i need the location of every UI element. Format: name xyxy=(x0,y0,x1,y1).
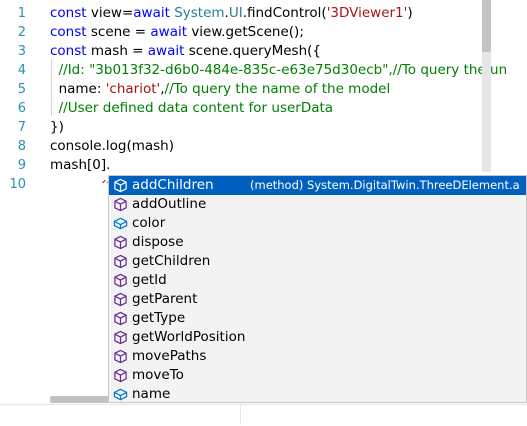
suggestion-item[interactable]: getChildren xyxy=(109,252,526,271)
code-token: }) xyxy=(50,119,64,135)
suggestion-item[interactable]: addOutline xyxy=(109,195,526,214)
code-line[interactable]: name: 'chariot',//To query the name of t… xyxy=(50,80,391,99)
suggestion-item[interactable]: name xyxy=(109,385,526,404)
code-token: name: xyxy=(50,81,106,97)
code-line[interactable]: const scene = await view.getScene(); xyxy=(50,23,304,42)
line-number: 2 xyxy=(17,25,26,40)
suggestion-widget[interactable]: addChildren (method) System.DigitalTwin.T… xyxy=(108,175,527,403)
code-token: mash = xyxy=(90,43,148,59)
code-line[interactable]: console.log(mash) xyxy=(50,137,174,156)
code-editor[interactable]: 1 2 3 4 5 6 7 8 9 10 const view=await System.UI.f… xyxy=(0,0,527,426)
code-token: view= xyxy=(90,5,134,21)
suggestion-item[interactable]: color xyxy=(109,214,526,233)
code-token: //User defined data content for userData xyxy=(58,100,334,116)
method-cube-icon xyxy=(113,178,128,193)
suggestion-label: name xyxy=(132,386,171,402)
bottom-panel-tab[interactable] xyxy=(0,405,241,425)
code-token: console.log(mash) xyxy=(50,138,175,154)
line-number: 8 xyxy=(17,139,26,154)
method-cube-icon xyxy=(113,254,128,269)
code-token: mash[0]. xyxy=(50,157,111,173)
line-number: 1 xyxy=(17,6,26,21)
suggestion-label: getParent xyxy=(132,291,198,307)
method-cube-icon xyxy=(113,197,128,212)
property-icon xyxy=(113,387,128,402)
suggestion-label: moveTo xyxy=(132,367,184,383)
code-token: await xyxy=(147,43,189,59)
code-line[interactable]: //User defined data content for userData xyxy=(50,99,333,118)
code-line[interactable]: //Id: "3b013f32-d6b0-484e-835c-e63e75d30… xyxy=(50,61,508,80)
suggestion-item[interactable]: getWorldPosition xyxy=(109,328,526,347)
code-token: const xyxy=(50,43,91,59)
property-icon xyxy=(113,216,128,231)
suggestion-label: getId xyxy=(132,272,167,288)
code-token: await xyxy=(150,24,192,40)
method-cube-icon xyxy=(113,311,128,326)
code-line[interactable]: }) xyxy=(50,118,64,137)
suggestion-item[interactable]: addChildren (method) System.DigitalTwin.T… xyxy=(109,176,526,195)
code-token: const xyxy=(50,24,91,40)
line-number: 3 xyxy=(17,44,26,59)
code-token: await xyxy=(133,5,175,21)
suggestion-label: getChildren xyxy=(132,253,211,269)
suggestion-item[interactable]: movePaths xyxy=(109,347,526,366)
suggestion-label: addChildren xyxy=(132,177,214,193)
suggestion-label: dispose xyxy=(132,234,184,250)
code-line[interactable]: const view=await System.UI.findControl('… xyxy=(50,4,413,23)
suggestion-label: getWorldPosition xyxy=(132,329,246,345)
code-line[interactable]: const mash = await scene.queryMesh({ xyxy=(50,42,321,61)
code-line[interactable]: mash[0]. xyxy=(50,156,110,175)
line-number: 10 xyxy=(9,177,26,192)
method-cube-icon xyxy=(113,368,128,383)
method-cube-icon xyxy=(113,349,128,364)
code-token: view.getScene(); xyxy=(191,24,304,40)
suggestion-label: movePaths xyxy=(132,348,207,364)
bottom-panel xyxy=(0,404,527,426)
suggestion-label: getType xyxy=(132,310,186,326)
suggestion-item[interactable]: getParent xyxy=(109,290,526,309)
suggestion-item[interactable]: getId xyxy=(109,271,526,290)
code-token: .findControl( xyxy=(242,5,327,21)
code-token: //Id: "3b013f32-d6b0-484e-835c-e63e75d30… xyxy=(58,62,508,78)
code-token: const xyxy=(50,5,91,21)
line-number: 6 xyxy=(17,101,26,116)
suggestion-item[interactable]: dispose xyxy=(109,233,526,252)
suggestion-item[interactable]: getType xyxy=(109,309,526,328)
line-number: 4 xyxy=(17,63,26,78)
code-token: ) xyxy=(407,5,413,21)
code-token: 'chariot' xyxy=(105,81,161,97)
suggestion-label: addOutline xyxy=(132,196,207,212)
code-token: scene = xyxy=(90,24,151,40)
suggestion-item[interactable]: moveTo xyxy=(109,366,526,385)
code-token: UI xyxy=(228,5,243,21)
line-number: 9 xyxy=(17,158,26,173)
suggestion-label: color xyxy=(132,215,166,231)
method-cube-icon xyxy=(113,292,128,307)
method-cube-icon xyxy=(113,273,128,288)
code-token: System xyxy=(174,5,225,21)
line-number: 7 xyxy=(17,120,26,135)
code-token: //To query the name of the model xyxy=(164,81,391,97)
method-cube-icon xyxy=(113,330,128,345)
code-token: scene.queryMesh({ xyxy=(188,43,321,59)
code-token: '3DViewer1' xyxy=(326,5,408,21)
suggestion-detail: (method) System.DigitalTwin.ThreeDElemen… xyxy=(250,178,520,192)
vertical-scrollbar-thumb[interactable] xyxy=(482,0,491,52)
line-number: 5 xyxy=(17,82,26,97)
method-cube-icon xyxy=(113,235,128,250)
